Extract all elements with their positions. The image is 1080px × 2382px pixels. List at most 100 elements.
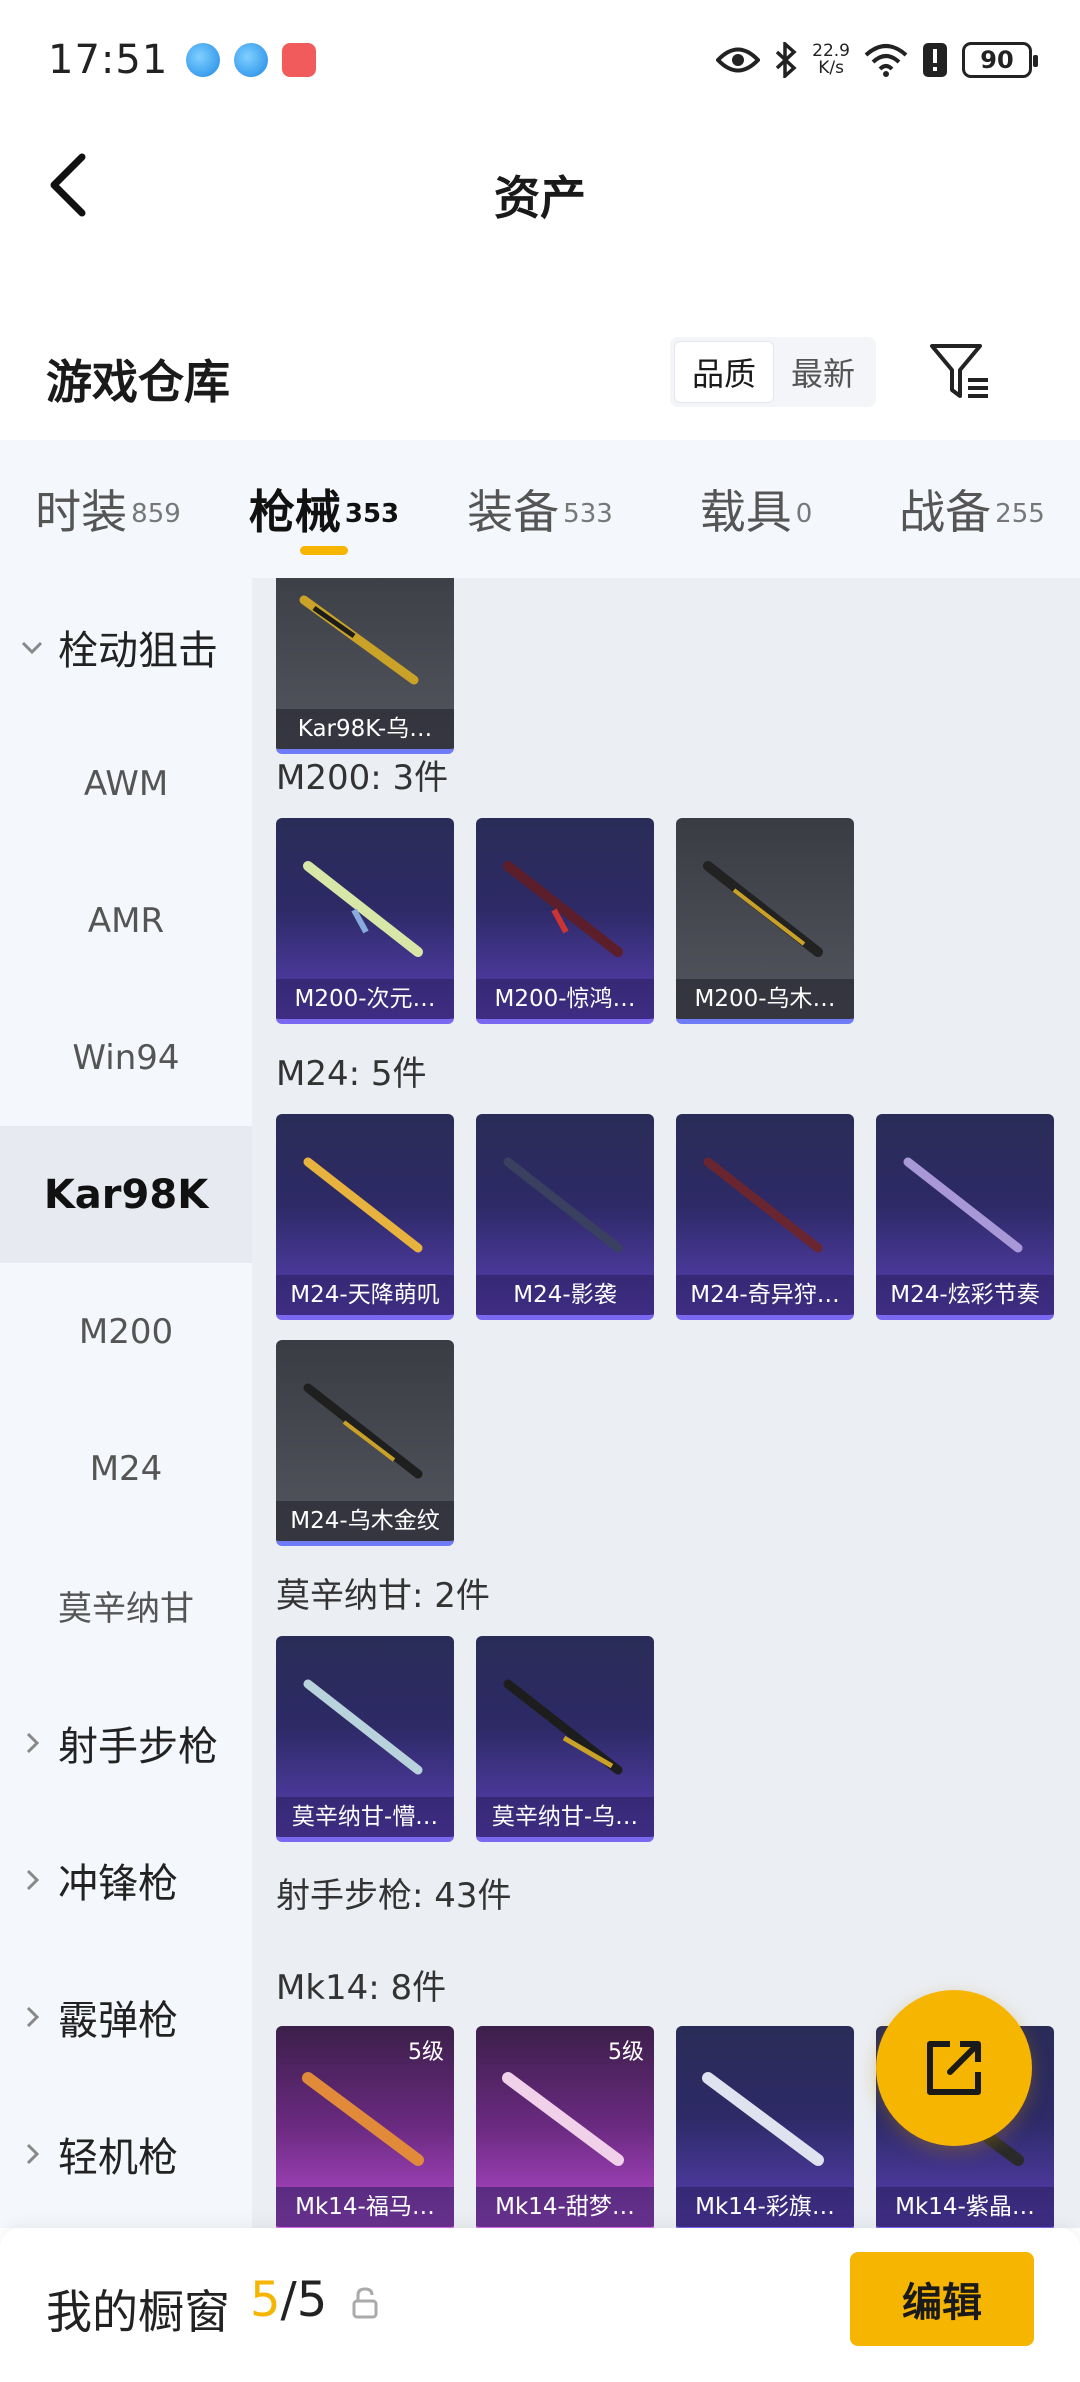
item-name: M200-次元… xyxy=(276,979,454,1019)
item-name: Mk14-紫晶… xyxy=(876,2187,1054,2227)
rifle-icon xyxy=(299,595,419,685)
status-time: 17:51 xyxy=(48,37,169,83)
sidebar-item-mosin-nagant[interactable]: 莫辛纳甘 xyxy=(0,1537,252,1674)
sidebar-group-smg[interactable]: 冲锋枪 xyxy=(0,1811,252,1948)
network-speed: 22.9 K/s xyxy=(812,43,850,77)
sidebar-group-label: 栓动狙击 xyxy=(58,627,218,674)
section-label: 莫辛纳甘: 2件 xyxy=(276,1576,490,1616)
item-card[interactable]: 莫辛纳甘-乌… xyxy=(476,1636,654,1842)
tab-count: 255 xyxy=(995,498,1045,529)
section-label: Mk14: 8件 xyxy=(276,1968,447,2008)
item-card[interactable]: Kar98K-乌… xyxy=(276,578,454,754)
item-card[interactable]: M200-次元… xyxy=(276,818,454,1024)
item-name: M200-乌木… xyxy=(676,979,854,1019)
chevron-right-icon xyxy=(26,1732,40,1753)
showcase-separator: / xyxy=(280,2272,297,2328)
edit-button[interactable]: 编辑 xyxy=(850,2252,1034,2346)
item-name: Mk14-彩旗… xyxy=(676,2187,854,2227)
share-button[interactable] xyxy=(876,1990,1032,2146)
tab-firearms[interactable]: 枪械 353 xyxy=(216,440,432,555)
item-name: Mk14-福马… xyxy=(276,2187,454,2227)
rifle-icon xyxy=(703,861,823,957)
rifle-icon xyxy=(303,1383,423,1479)
tab-equipment[interactable]: 装备 533 xyxy=(432,440,648,542)
showcase-count: 5/5 xyxy=(250,2272,327,2328)
wifi-icon xyxy=(864,44,908,77)
item-name: M24-炫彩节奏 xyxy=(876,1275,1054,1315)
rifle-icon xyxy=(503,1157,623,1253)
item-card[interactable]: 5级 Mk14-福马… xyxy=(276,2026,454,2228)
app-notification-icon xyxy=(234,43,269,77)
item-name: M24-天降萌叽 xyxy=(276,1275,454,1315)
sidebar-item-win94[interactable]: Win94 xyxy=(0,989,252,1126)
rifle-icon xyxy=(702,2072,824,2166)
item-card[interactable]: 5级 Mk14-甜梦… xyxy=(476,2026,654,2228)
network-speed-unit: K/s xyxy=(818,58,844,78)
sidebar-group-label: 霰弹枪 xyxy=(58,1997,178,2044)
rifle-icon xyxy=(303,861,423,957)
warehouse-title: 游戏仓库 xyxy=(46,355,230,409)
item-card[interactable]: M200-惊鸿… xyxy=(476,818,654,1024)
item-card[interactable]: M200-乌木… xyxy=(676,818,854,1024)
bluetooth-icon xyxy=(775,42,797,78)
filter-button[interactable] xyxy=(928,340,992,404)
chevron-right-icon xyxy=(26,2006,40,2027)
item-card[interactable]: Mk14-彩旗… xyxy=(676,2026,854,2228)
item-card[interactable]: 莫辛纳甘-懵… xyxy=(276,1636,454,1842)
sidebar-item-kar98k[interactable]: Kar98K xyxy=(0,1126,252,1263)
sidebar-group-lmg[interactable]: 轻机枪 xyxy=(0,2085,252,2222)
sidebar-item-amr[interactable]: AMR xyxy=(0,852,252,989)
status-bar: 17:51 22.9 K/s 90 xyxy=(0,0,1080,120)
showcase-label: 我的橱窗 xyxy=(46,2285,230,2339)
tab-label: 时装 xyxy=(35,485,128,539)
alert-icon xyxy=(923,43,947,77)
sidebar-group-bolt-action[interactable]: 栓动狙击 xyxy=(0,578,252,715)
item-grid: Kar98K-乌… M200: 3件 M200-次元… M200-惊鸿… M20… xyxy=(252,578,1080,2228)
item-name: Mk14-甜梦… xyxy=(476,2187,654,2227)
section-label: M200: 3件 xyxy=(276,758,449,798)
lock-icon xyxy=(352,2287,378,2319)
app-notification-icon xyxy=(186,43,221,77)
sort-option-newest[interactable]: 最新 xyxy=(774,341,872,403)
sidebar-group-label: 射手步枪 xyxy=(58,1723,218,1770)
tab-label: 装备 xyxy=(467,485,560,539)
tab-fashion[interactable]: 时装 859 xyxy=(0,440,216,542)
weapon-type-sidebar: 栓动狙击 AWM AMR Win94 Kar98K M200 M24 莫辛纳甘 … xyxy=(0,578,252,2228)
sort-option-quality[interactable]: 品质 xyxy=(674,341,774,403)
sidebar-item-m200[interactable]: M200 xyxy=(0,1263,252,1400)
item-card[interactable]: M24-乌木金纹 xyxy=(276,1340,454,1546)
tab-count: 859 xyxy=(131,498,181,529)
item-name: M24-乌木金纹 xyxy=(276,1501,454,1541)
tab-vehicles[interactable]: 载具 0 xyxy=(648,440,864,542)
item-name: M24-奇异狩… xyxy=(676,1275,854,1315)
shopping-bag-icon xyxy=(282,43,317,77)
page-title: 资产 xyxy=(494,171,586,225)
sidebar-group-shotgun[interactable]: 霰弹枪 xyxy=(0,1948,252,2085)
filter-icon xyxy=(930,344,988,398)
chevron-down-icon xyxy=(21,641,43,654)
rifle-icon xyxy=(903,1157,1023,1253)
status-app-icons xyxy=(186,43,317,77)
sidebar-group-label: 冲锋枪 xyxy=(58,1860,178,1907)
item-card[interactable]: M24-奇异狩… xyxy=(676,1114,854,1320)
tab-count: 353 xyxy=(344,498,400,529)
tab-label: 战备 xyxy=(899,485,992,539)
item-card[interactable]: M24-炫彩节奏 xyxy=(876,1114,1054,1320)
sort-toggle: 品质 最新 xyxy=(670,337,876,407)
rifle-icon xyxy=(503,861,623,957)
sidebar-item-awm[interactable]: AWM xyxy=(0,715,252,852)
rifle-icon xyxy=(703,1157,823,1253)
sidebar-item-m24[interactable]: M24 xyxy=(0,1400,252,1537)
tab-combat-gear[interactable]: 战备 255 xyxy=(864,440,1080,542)
rifle-icon xyxy=(503,1679,623,1775)
item-card[interactable]: M24-影袭 xyxy=(476,1114,654,1320)
item-card[interactable]: M24-天降萌叽 xyxy=(276,1114,454,1320)
sidebar-group-marksman-rifle[interactable]: 射手步枪 xyxy=(0,1674,252,1811)
item-name: M200-惊鸿… xyxy=(476,979,654,1019)
section-label: M24: 5件 xyxy=(276,1054,427,1094)
showcase-bar: 我的橱窗 5/5 编辑 xyxy=(0,2228,1080,2382)
rifle-icon xyxy=(303,1157,423,1253)
item-name: 莫辛纳甘-乌… xyxy=(476,1797,654,1837)
tab-label: 载具 xyxy=(699,485,792,539)
share-icon xyxy=(927,2041,981,2095)
